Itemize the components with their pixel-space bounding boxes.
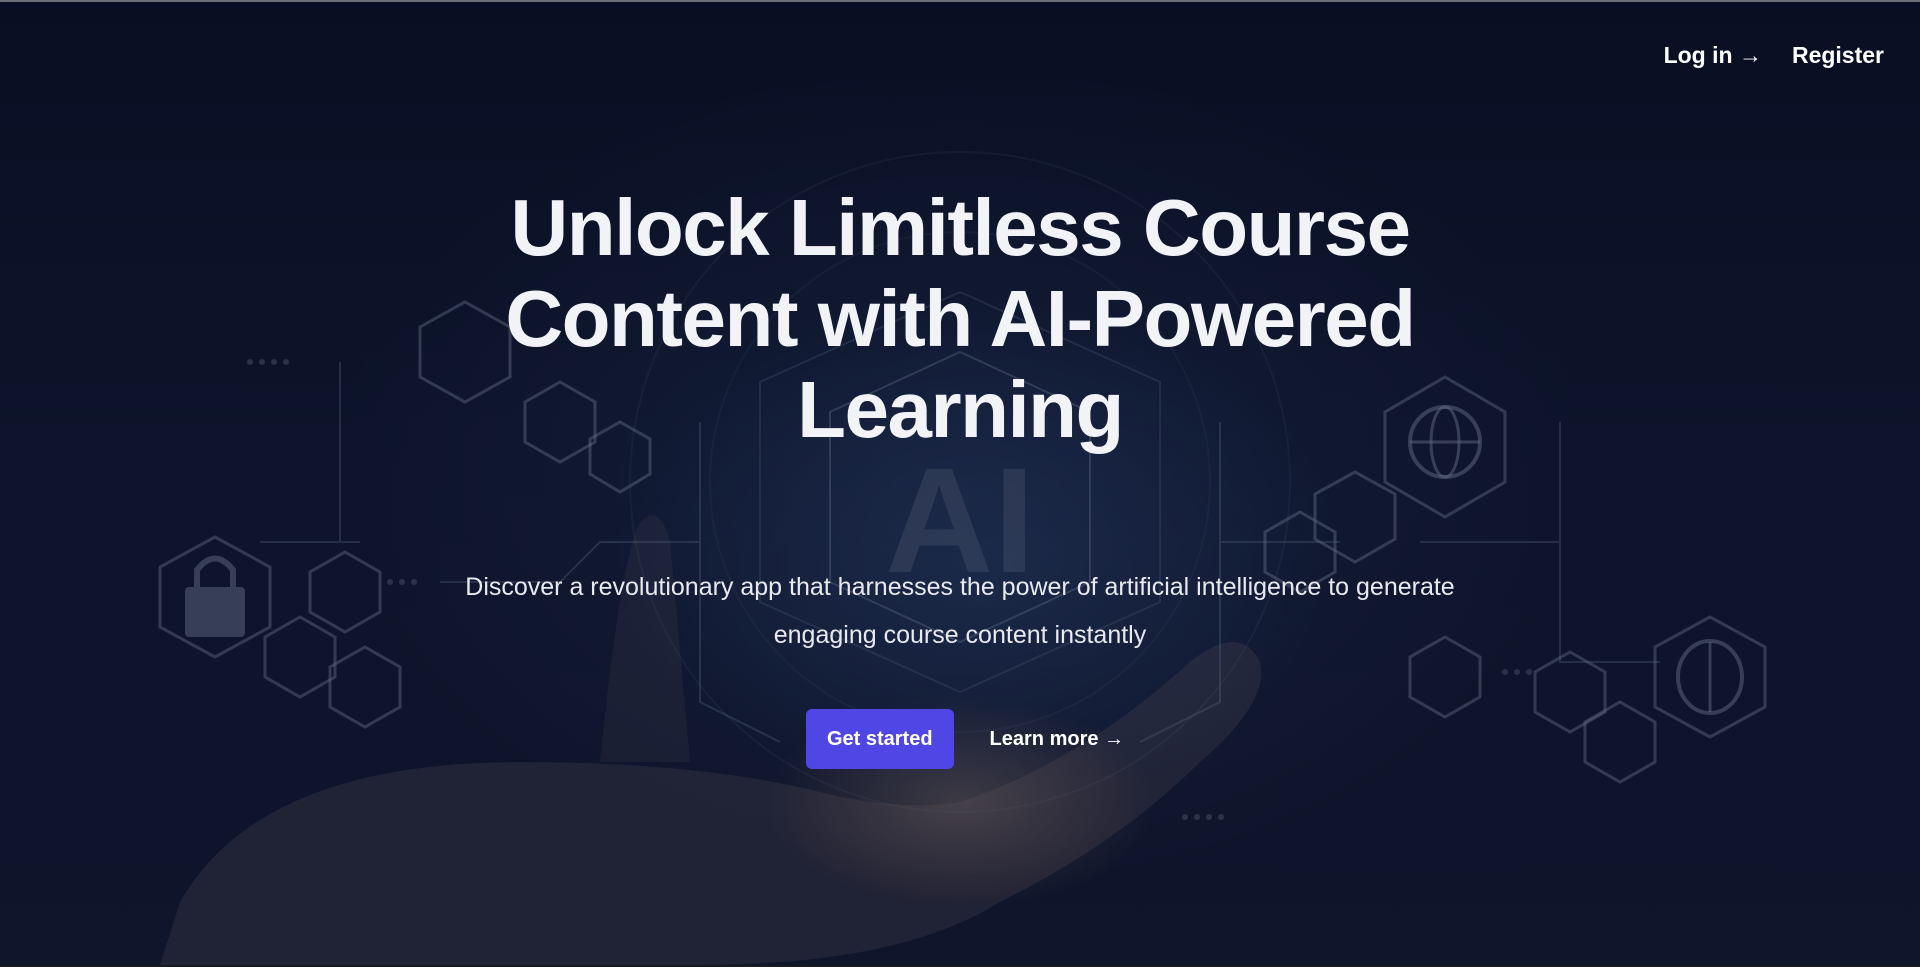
register-link[interactable]: Register xyxy=(1792,42,1884,69)
hero-section: AI Log in → Register Unlock Limitless Co… xyxy=(0,2,1920,965)
learn-more-link[interactable]: Learn more → xyxy=(990,728,1124,751)
get-started-button[interactable]: Get started xyxy=(805,709,954,769)
login-link[interactable]: Log in → xyxy=(1664,42,1762,69)
hero-subtext: Discover a revolutionary app that harnes… xyxy=(465,573,1455,649)
hero-content: Unlock Limitless Course Content with AI-… xyxy=(0,182,1920,769)
hero-headline: Unlock Limitless Course Content with AI-… xyxy=(505,183,1416,454)
top-navigation: Log in → Register xyxy=(1664,42,1884,69)
hero-actions: Get started Learn more → xyxy=(0,709,1920,769)
